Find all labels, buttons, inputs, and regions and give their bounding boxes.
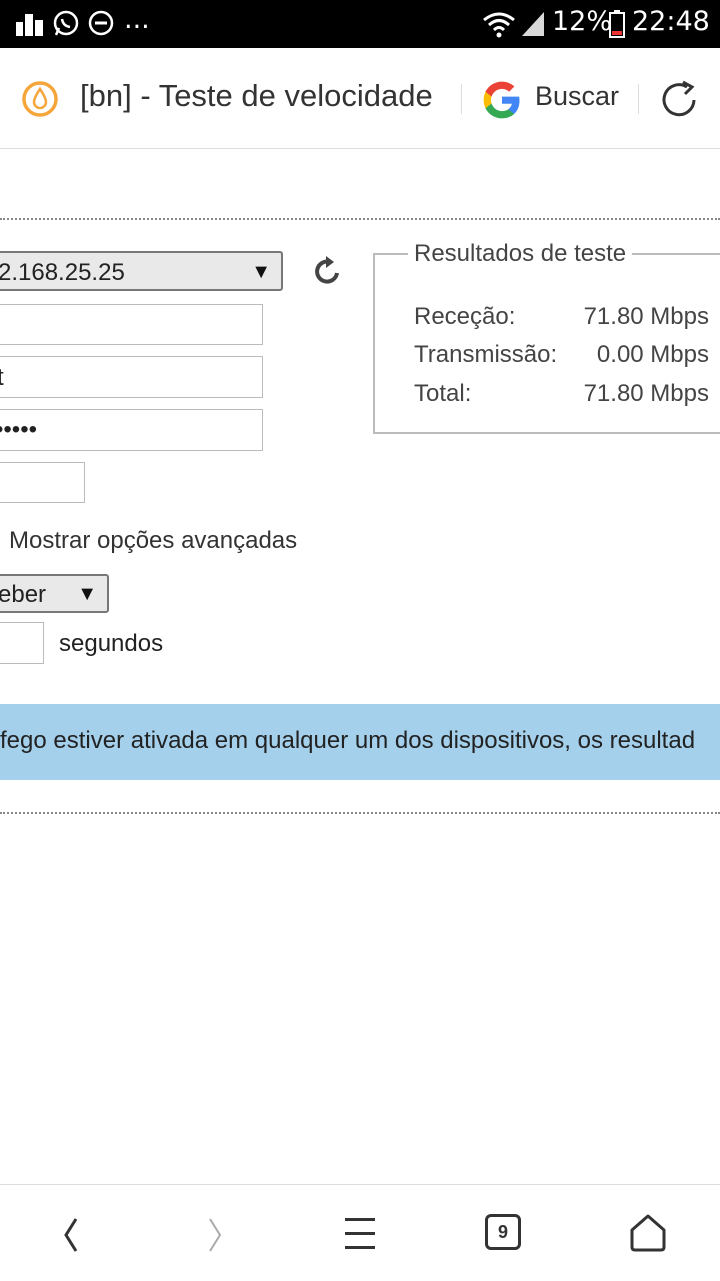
notification-app-icon — [16, 14, 43, 36]
test-results-legend: Resultados de teste — [408, 240, 633, 268]
browser-bottom-nav: 9 — [0, 1184, 720, 1281]
duration-unit-label: segundos — [59, 630, 164, 657]
reload-icon[interactable] — [658, 78, 702, 122]
info-banner: fego estiver ativada em qualquer um dos … — [0, 704, 720, 780]
more-notifications-indicator: ... — [124, 4, 150, 35]
status-bar: ... 12% 22:48 — [0, 0, 720, 48]
site-favicon — [22, 81, 58, 117]
password-input[interactable]: ••••• — [0, 409, 263, 451]
section-divider-bottom — [0, 812, 720, 814]
browser-toolbar: [bn] - Teste de velocidade Buscar — [0, 48, 720, 149]
direction-value: eber — [0, 581, 47, 608]
direction-select[interactable]: eber ▼ — [0, 574, 109, 613]
home-icon[interactable] — [628, 1213, 668, 1253]
transmission-value: 0.00 Mbps — [596, 341, 709, 368]
section-divider-top — [0, 218, 720, 220]
tab-count: 9 — [497, 1222, 508, 1242]
do-not-disturb-icon — [88, 10, 114, 36]
forward-icon[interactable] — [202, 1215, 228, 1255]
signal-icon — [522, 12, 544, 36]
advanced-options-label[interactable]: Mostrar opções avançadas — [9, 527, 297, 555]
toolbar-divider — [461, 84, 462, 114]
search-button-label[interactable]: Buscar — [535, 81, 619, 112]
menu-icon[interactable] — [344, 1216, 376, 1252]
username-input[interactable]: t — [0, 356, 263, 398]
back-icon[interactable] — [58, 1215, 84, 1255]
page-title[interactable]: [bn] - Teste de velocidade — [80, 78, 433, 114]
server-ip-value: 2.168.25.25 — [0, 259, 125, 286]
refresh-icon[interactable] — [312, 254, 344, 288]
info-banner-text: fego estiver ativada em qualquer um dos … — [0, 727, 696, 754]
google-icon[interactable] — [481, 79, 523, 121]
toolbar-divider — [638, 84, 639, 114]
server-ip-select[interactable]: 2.168.25.25 ▼ — [0, 251, 283, 291]
clock: 22:48 — [632, 6, 710, 37]
chevron-down-icon: ▼ — [251, 261, 271, 283]
battery-icon — [609, 10, 625, 38]
reception-value: 71.80 Mbps — [583, 303, 709, 330]
whatsapp-icon — [53, 10, 79, 36]
small-input[interactable] — [0, 462, 85, 503]
password-value: ••••• — [0, 416, 38, 443]
battery-percent: 12% — [552, 6, 613, 37]
duration-input[interactable] — [0, 622, 44, 664]
chevron-down-icon: ▼ — [77, 583, 97, 605]
wifi-icon — [483, 12, 515, 38]
username-value: t — [0, 364, 4, 392]
total-value: 71.80 Mbps — [583, 380, 709, 407]
total-label: Total: — [414, 380, 472, 407]
tabs-button[interactable]: 9 — [485, 1214, 521, 1250]
port-input[interactable] — [0, 304, 263, 345]
reception-label: Receção: — [414, 303, 516, 330]
